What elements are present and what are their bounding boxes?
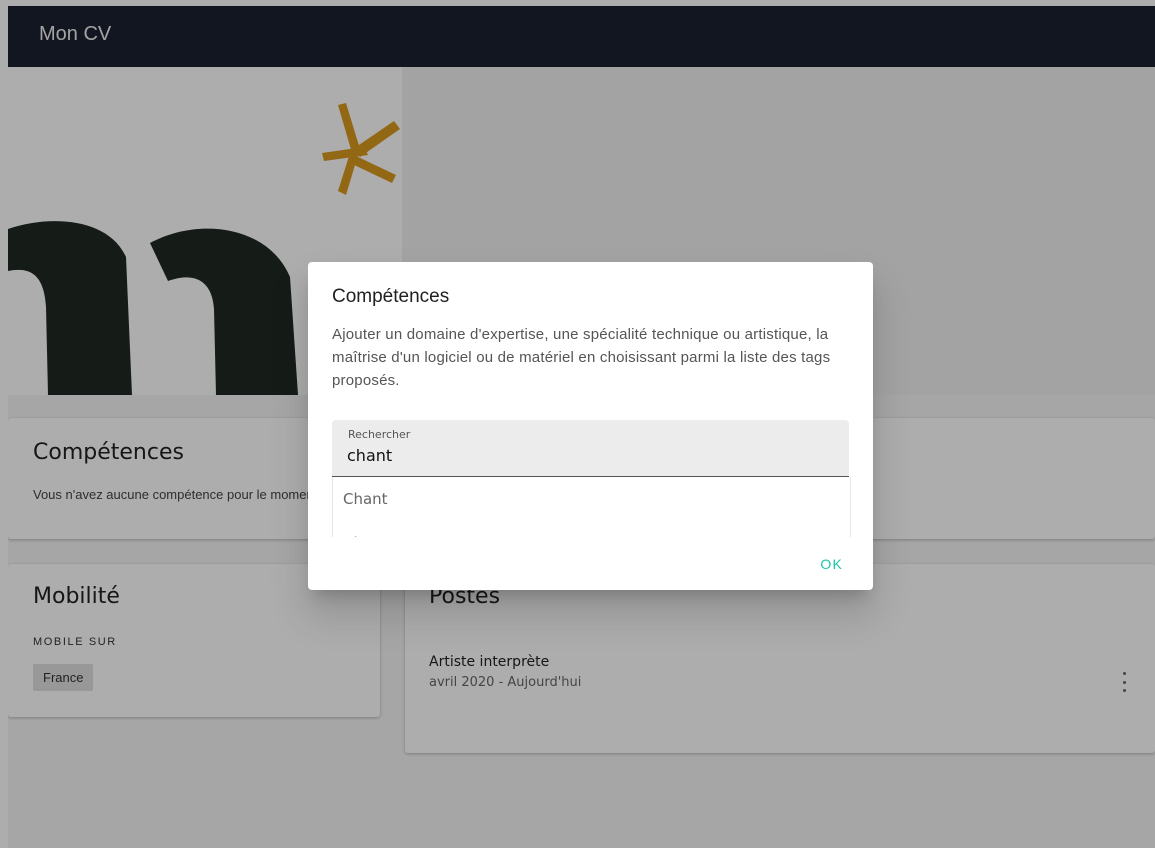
search-field: Rechercher — [332, 420, 849, 477]
dialog-description: Ajouter un domaine d'expertise, une spéc… — [332, 326, 831, 389]
suggestion-item[interactable]: Chant — [333, 477, 850, 521]
skills-dialog: Compétences Ajouter un domaine d'experti… — [308, 262, 873, 590]
search-input[interactable] — [347, 444, 827, 466]
ok-button[interactable]: OK — [814, 552, 849, 576]
suggestion-item[interactable]: Chant mezzo — [333, 521, 850, 537]
dialog-title: Compétences — [332, 286, 450, 307]
suggestions-list[interactable]: Chant Chant mezzo — [332, 477, 851, 537]
search-label: Rechercher — [348, 428, 411, 441]
